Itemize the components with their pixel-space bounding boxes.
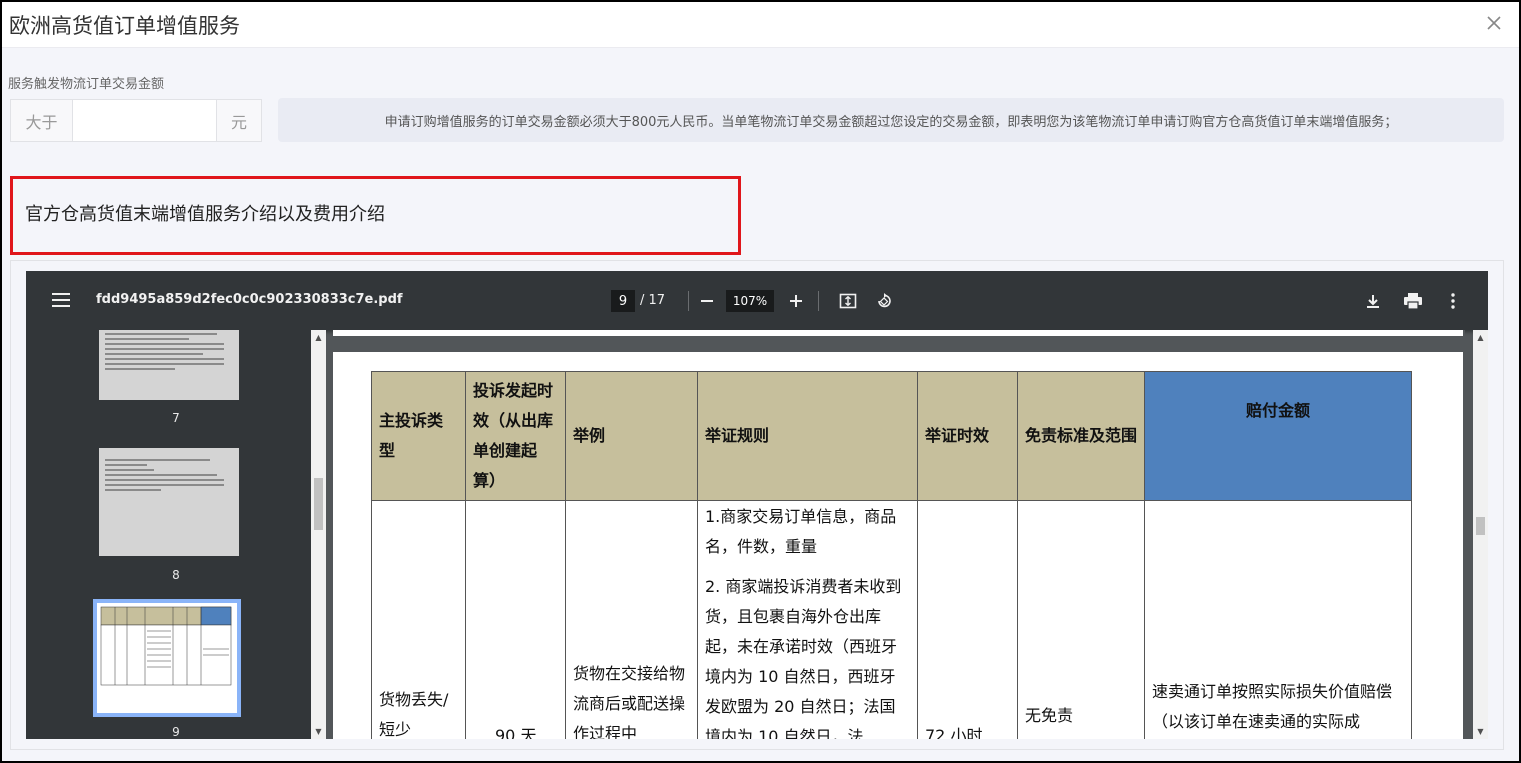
plus-icon: [790, 295, 802, 307]
scroll-down-arrow-icon[interactable]: ▼: [1473, 724, 1488, 739]
table-cell: 速卖通订单按照实际损失价值赔偿（以该订单在速卖通的实际成: [1144, 500, 1412, 739]
pdf-toolbar: fdd9495a859d2fec0c0c902330833c7e.pdf 9 /…: [26, 271, 1488, 330]
modal-title: 欧洲高货值订单增值服务: [9, 14, 240, 38]
table-header-cell: 主投诉类型: [371, 371, 466, 501]
sidebar-toggle-button[interactable]: [52, 292, 70, 307]
more-options-button[interactable]: [1442, 290, 1464, 312]
section-title: 官方仓高货值末端增值服务介绍以及费用介绍: [25, 204, 385, 225]
toolbar-divider: [818, 291, 819, 311]
amount-suffix: 元: [216, 100, 261, 141]
zoom-level-input[interactable]: 107%: [726, 290, 774, 312]
close-button[interactable]: [1483, 12, 1505, 34]
table-header-cell: 举证规则: [697, 371, 918, 501]
toolbar-divider: [688, 291, 689, 311]
claims-table: 主投诉类型 投诉发起时效（从出库单创建起算） 举例 举证规则 举证时效 免责标准…: [371, 371, 1412, 739]
thumbnail-table-preview: [100, 606, 232, 686]
complaint-time: 90 天: [495, 726, 537, 739]
table-cell: 90 天: [465, 500, 566, 739]
sidebar-scrollbar[interactable]: ▲ ▼: [311, 330, 326, 739]
complaint-type: 货物丢失/短少: [379, 690, 449, 739]
previous-page-edge: [333, 330, 1463, 336]
modal-header: 欧洲高货值订单增值服务: [2, 2, 1519, 48]
pdf-viewer-frame: fdd9495a859d2fec0c0c902330833c7e.pdf 9 /…: [10, 260, 1504, 750]
table-header-cell: 免责标准及范围: [1017, 371, 1145, 501]
table-row: 货物丢失/短少 90 天 货物在交接给物流商后或配送操作过程中 1.商家交易订单…: [371, 500, 1412, 739]
thumbnail-page-7[interactable]: [99, 330, 239, 400]
table-header-cell: 举证时效: [917, 371, 1018, 501]
table-cell: 货物在交接给物流商后或配送操作过程中: [565, 500, 698, 739]
evidence-time: 72 小时: [925, 726, 983, 739]
evidence-rule-2: 2. 商家端投诉消费者未收到货，且包裹自海外仓出库起，未在承诺时效（西班牙境内为…: [705, 577, 902, 739]
download-icon: [1367, 295, 1379, 308]
exemption-text: 无免责: [1025, 706, 1074, 725]
amount-field-label: 服务触发物流订单交易金额: [8, 77, 165, 92]
download-button[interactable]: [1362, 290, 1384, 312]
page-total: / 17: [640, 293, 666, 308]
pdf-page-area: 主投诉类型 投诉发起时效（从出库单创建起算） 举例 举证规则 举证时效 免责标准…: [333, 330, 1465, 739]
table-header-cell: 投诉发起时效（从出库单创建起算）: [465, 371, 566, 501]
pdf-viewer: fdd9495a859d2fec0c0c902330833c7e.pdf 9 /…: [26, 271, 1488, 739]
fit-to-page-icon: [839, 293, 857, 309]
minus-icon: [701, 300, 713, 302]
table-cell: 无免责: [1017, 500, 1145, 739]
pdf-filename: fdd9495a859d2fec0c0c902330833c7e.pdf: [96, 292, 403, 307]
thumbnail-page-8[interactable]: [99, 448, 239, 556]
evidence-rule-1: 1.商家交易订单信息，商品名，件数，重量: [705, 507, 897, 556]
amount-input[interactable]: [73, 100, 216, 141]
table-header-row: 主投诉类型 投诉发起时效（从出库单创建起算） 举例 举证规则 举证时效 免责标准…: [371, 371, 1412, 501]
thumbnail-label-7: 7: [172, 411, 180, 425]
pdf-page: 主投诉类型 投诉发起时效（从出库单创建起算） 举例 举证规则 举证时效 免责标准…: [333, 352, 1463, 739]
print-icon: [1404, 293, 1422, 309]
rotate-icon: [878, 293, 891, 308]
table-header-cell: 举例: [565, 371, 698, 501]
fit-page-button[interactable]: [837, 290, 859, 312]
thumbnail-page-9[interactable]: [93, 599, 241, 717]
amount-input-group: 大于 元: [10, 99, 262, 142]
modal-dialog: 欧洲高货值订单增值服务 服务触发物流订单交易金额 大于 元 申请订购增值服务的订…: [2, 2, 1519, 761]
zoom-out-button[interactable]: [696, 290, 718, 312]
rotate-button[interactable]: [873, 290, 895, 312]
amount-notice: 申请订购增值服务的订单交易金额必须大于800元人民币。当单笔物流订单交易金额超过…: [278, 98, 1504, 142]
print-button[interactable]: [1402, 290, 1424, 312]
scroll-up-arrow-icon[interactable]: ▲: [1473, 330, 1488, 345]
table-cell: 货物丢失/短少: [371, 500, 466, 739]
page-scrollbar[interactable]: ▲ ▼: [1473, 330, 1488, 739]
menu-icon: [52, 293, 70, 307]
close-icon: [1487, 16, 1501, 30]
page-scrollbar-thumb[interactable]: [1476, 517, 1485, 535]
zoom-in-button[interactable]: [785, 290, 807, 312]
example-text: 货物在交接给物流商后或配送操作过程中: [573, 664, 686, 739]
table-cell: 72 小时: [917, 500, 1018, 739]
thumbnail-sidebar: 7 8 9: [26, 330, 326, 739]
table-cell: 1.商家交易订单信息，商品名，件数，重量 2. 商家端投诉消费者未收到货，且包裹…: [697, 500, 918, 739]
scroll-down-arrow-icon[interactable]: ▼: [311, 724, 326, 739]
more-vert-icon: [1451, 293, 1455, 309]
scroll-up-arrow-icon[interactable]: ▲: [311, 330, 326, 345]
amount-prefix: 大于: [11, 100, 73, 141]
thumbnail-label-9: 9: [172, 725, 180, 739]
compensation-text: 速卖通订单按照实际损失价值赔偿（以该订单在速卖通的实际成: [1152, 682, 1393, 731]
page-number-input[interactable]: 9: [611, 290, 635, 312]
section-heading-box: 官方仓高货值末端增值服务介绍以及费用介绍: [10, 176, 741, 255]
sidebar-scrollbar-thumb[interactable]: [314, 478, 323, 530]
thumbnail-label-8: 8: [172, 568, 180, 582]
table-header-cell: 赔付金额: [1144, 371, 1412, 501]
